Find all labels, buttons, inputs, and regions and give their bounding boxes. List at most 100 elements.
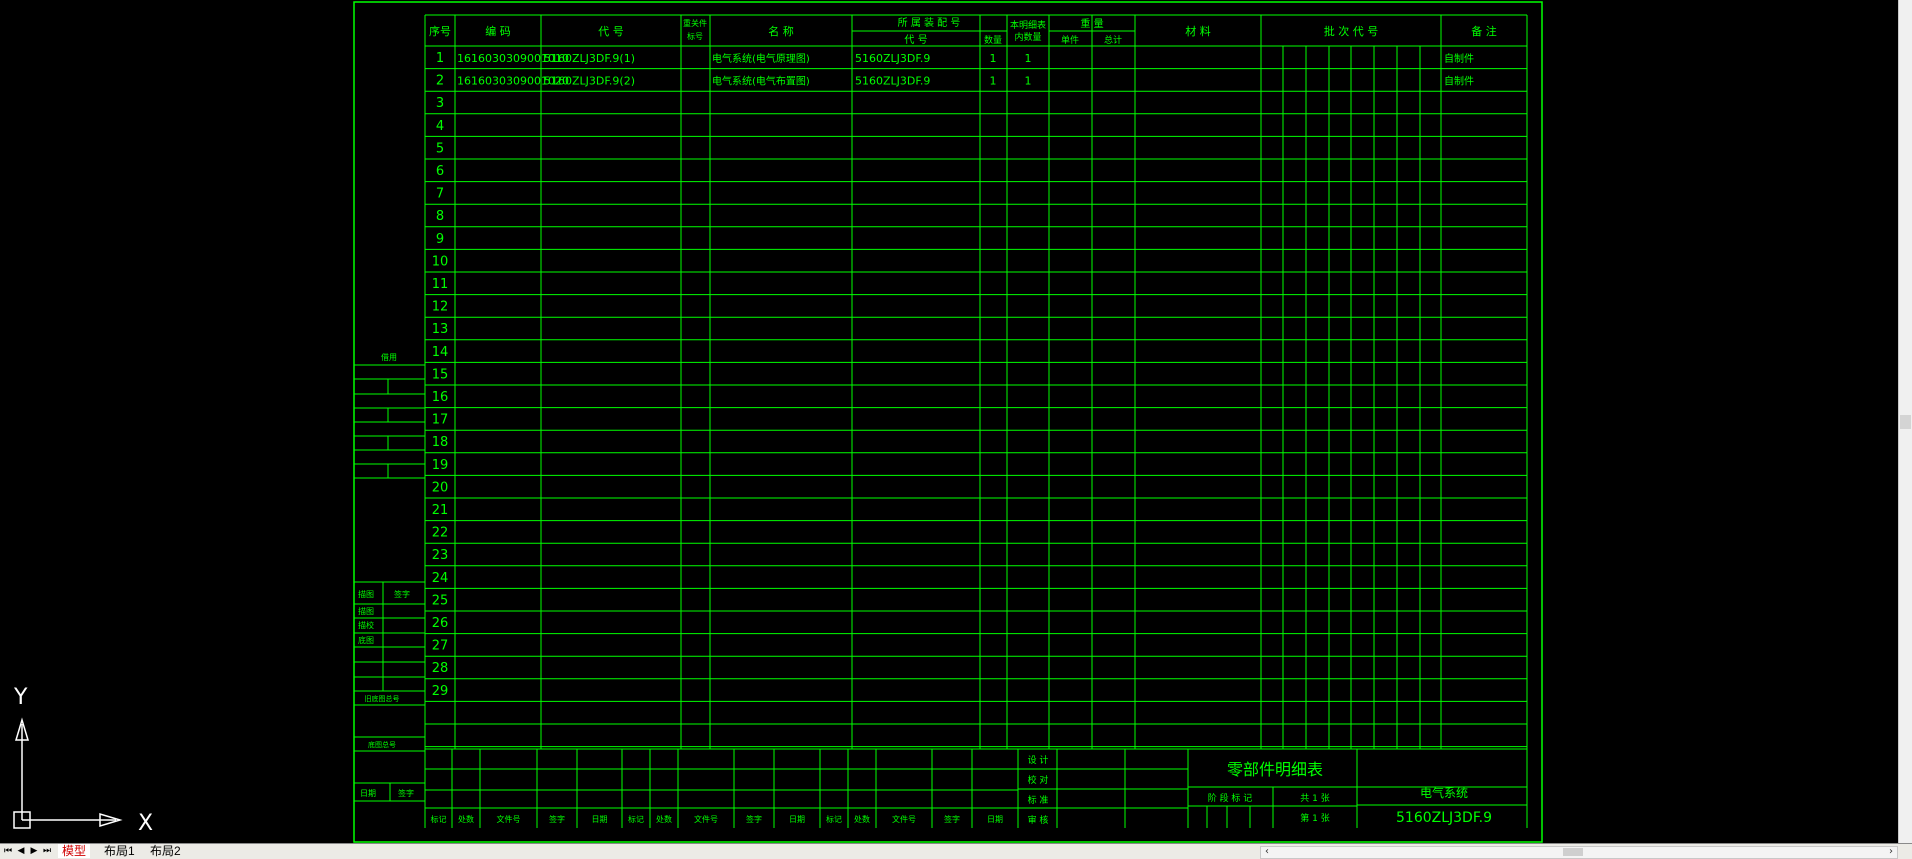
col-header-table-qty-2: 内数量 [1014,31,1041,43]
next-tab-button[interactable]: ▶ [28,845,40,857]
assembly-name: 电气系统 [1420,785,1468,800]
rev-label: 签字 [944,814,960,824]
left-bottom-label-1: 旧底图总号 [365,694,400,703]
rev-label: 标记 [826,814,842,824]
col-header-drawing-no: 代 号 [598,25,624,38]
row-remark: 自制件 [1444,75,1474,88]
row-parent-qty: 1 [990,52,997,65]
scroll-right-icon[interactable]: › [1885,846,1897,857]
row-seq: 21 [432,503,449,518]
row-seq: 3 [436,96,444,111]
left-label-borrow: 借用 [381,352,397,362]
sheet-current: 第 1 张 [1300,812,1329,824]
row-seq: 26 [432,616,449,631]
row-table-qty: 1 [1025,75,1032,88]
row-parent-qty: 1 [990,75,997,88]
drawing-canvas[interactable]: 序号编 码代 号重关件 标号名 称所 属 装 配 号代 号数量 本明细表 内数量重 量… [0,0,1912,843]
ucs-x-label: X [138,811,153,836]
row-seq: 27 [432,639,449,654]
tab-layout2[interactable]: 布局2 [146,844,185,858]
left-role-2: 描校 [358,620,374,630]
row-seq: 20 [432,480,449,495]
row-seq: 11 [432,277,449,292]
col-header-parent-code: 代 号 [904,34,927,46]
row-seq: 8 [436,209,444,224]
row-seq: 4 [436,119,444,134]
rev-label: 处数 [458,814,474,824]
sheets-total: 共 1 张 [1300,793,1329,804]
horizontal-scroll-thumb[interactable] [1563,848,1583,856]
row-seq: 17 [432,413,449,428]
col-header-weight-single: 单件 [1061,34,1079,46]
row-seq: 29 [432,684,449,699]
row-remark: 自制件 [1444,52,1474,65]
row-seq: 19 [432,458,449,473]
col-header-seq: 序号 [429,24,451,38]
row-seq: 9 [436,232,444,247]
approval-label: 校 对 [1028,774,1049,786]
row-seq: 16 [432,390,449,405]
row-seq: 22 [432,526,449,541]
bom-drawing: 序号编 码代 号重关件标号名 称所 属 装 配 号代 号数量本明细表内数量重 量… [353,1,1543,843]
rev-label: 文件号 [694,814,718,824]
horizontal-scrollbar[interactable]: ‹ › [1260,846,1898,859]
col-header-material: 材 料 [1185,24,1211,38]
ucs-y-label: Y [13,685,28,710]
rev-label: 日期 [987,815,1003,824]
sheet-title: 零部件明细表 [1227,760,1323,779]
scroll-left-icon[interactable]: ‹ [1261,846,1273,857]
rev-label: 标记 [628,814,644,824]
approval-label: 设 计 [1028,754,1049,766]
approval-label: 标 准 [1028,794,1049,806]
row-seq: 10 [432,254,449,269]
left-role-3: 底图 [358,635,374,645]
last-tab-button[interactable]: ⏭ [41,845,53,857]
col-header-batch-code: 批 次 代 号 [1324,24,1379,38]
left-role-1: 描图 [358,606,374,616]
col-header-code: 编 码 [485,24,511,38]
rev-label: 签字 [549,814,565,824]
row-seq: 23 [432,548,449,563]
rev-label: 日期 [789,815,805,824]
first-tab-button[interactable]: ⏮ [2,845,14,857]
row-seq: 1 [436,51,444,66]
row-seq: 14 [432,345,449,360]
row-seq: 13 [432,322,449,337]
rev-label: 文件号 [892,814,916,824]
col-header-remark: 备 注 [1471,24,1497,38]
rev-label: 标记 [431,814,447,824]
row-seq: 5 [436,141,444,156]
col-header-table-qty: 本明细表 [1010,19,1046,31]
row-seq: 18 [432,435,449,450]
row-seq: 12 [432,300,449,315]
vertical-scroll-thumb[interactable] [1900,415,1911,429]
tab-model[interactable]: 模型 [58,844,91,858]
col-header-weight: 重 量 [1080,17,1103,30]
row-seq: 2 [436,74,444,89]
col-header-parent-qty: 数量 [984,34,1002,46]
ucs-icon: Y X [13,685,153,836]
tab-layout1[interactable]: 布局1 [100,844,139,858]
col-header-key-mark-2: 标号 [687,31,703,41]
prev-tab-button[interactable]: ◀ [15,845,27,857]
vertical-scrollbar[interactable] [1898,0,1912,843]
stage-label: 阶 段 标 记 [1208,792,1253,804]
left-sign-header-1: 描图 [358,589,374,599]
rev-label: 日期 [592,815,608,824]
row-seq: 6 [436,164,444,179]
row-drawing-no: 5160ZLJ3DF.9(1) [544,52,635,65]
approval-label: 审 核 [1028,814,1049,826]
left-sign-header-2: 签字 [394,589,410,599]
rev-label: 处数 [854,814,870,824]
row-drawing-no: 5160ZLJ3DF.9(2) [544,75,635,88]
row-parent-code: 5160ZLJ3DF.9 [855,75,930,88]
row-name: 电气系统(电气布置图) [712,75,810,88]
left-bottom-label-2: 底图总号 [368,740,396,749]
row-table-qty: 1 [1025,52,1032,65]
row-seq: 24 [432,571,449,586]
rev-label: 签字 [746,814,762,824]
left-bottom-row-2: 签字 [398,788,414,798]
row-seq: 15 [432,367,449,382]
row-seq: 7 [436,187,444,202]
col-header-name: 名 称 [768,24,794,38]
